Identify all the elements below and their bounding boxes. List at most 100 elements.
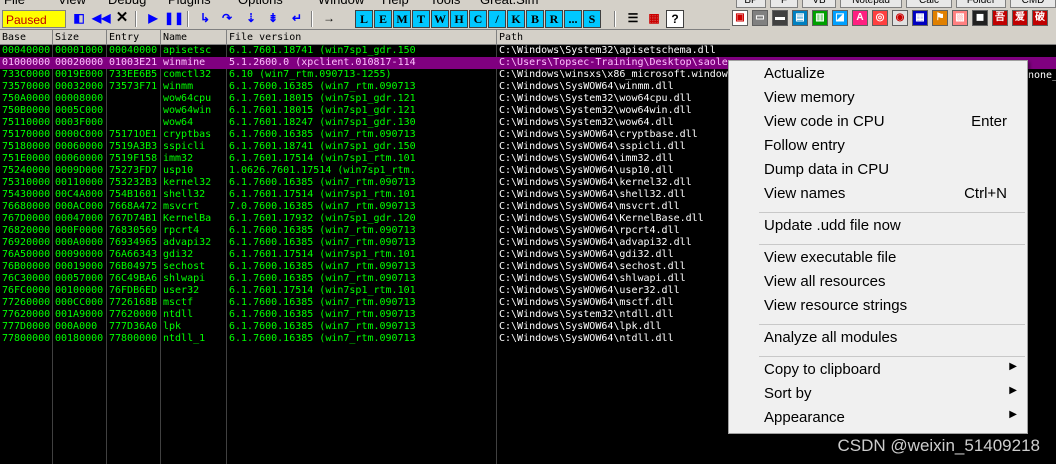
- header-size[interactable]: Size: [53, 30, 107, 45]
- cell-entry: [107, 93, 161, 105]
- cell-entry: [107, 117, 161, 129]
- cell-name: wow64win: [163, 105, 212, 116]
- flag-icon[interactable]: ⚑: [932, 10, 948, 26]
- header-base[interactable]: Base: [0, 30, 53, 45]
- menu-plugins[interactable]: Plugins: [168, 0, 211, 7]
- record-icon[interactable]: ◉: [892, 10, 908, 26]
- menu-item-follow-entry[interactable]: Follow entry: [729, 137, 1027, 161]
- cell-version: 6.1.7601.17514 (win7sp1_rtm.101: [229, 249, 416, 260]
- cell-base: 75240000: [2, 165, 51, 176]
- plugin-tab-bp[interactable]: BP: [736, 0, 766, 8]
- menu-item-view-code-in-cpu[interactable]: View code in CPU Enter: [729, 113, 1027, 137]
- header-file-version[interactable]: File version: [227, 30, 497, 45]
- grid-plugin-icon[interactable]: ▦: [912, 10, 928, 26]
- window-button-0[interactable]: L: [355, 10, 373, 28]
- a-icon[interactable]: A: [852, 10, 868, 26]
- menu-help[interactable]: Help: [382, 0, 409, 7]
- cell-size: 000A0000: [55, 237, 104, 248]
- window-button-8[interactable]: K: [507, 10, 525, 28]
- menu-options[interactable]: Options: [238, 0, 283, 7]
- window-button-9[interactable]: B: [526, 10, 544, 28]
- menu-item-view-names[interactable]: View names Ctrl+N: [729, 185, 1027, 209]
- goto-icon[interactable]: →: [320, 10, 338, 28]
- menu-item-dump-data-in-cpu[interactable]: Dump data in CPU: [729, 161, 1027, 185]
- menu-view[interactable]: View: [58, 0, 86, 7]
- plugin-tab-cmd[interactable]: CMD: [1010, 0, 1056, 8]
- menu-item-analyze-all-modules[interactable]: Analyze all modules: [729, 329, 1027, 353]
- plugin-icon-6[interactable]: ◪: [832, 10, 848, 26]
- plugin-icon-3[interactable]: ▬: [772, 10, 788, 26]
- menu-item-label: Sort by: [764, 385, 812, 402]
- chinese-char-icon-3[interactable]: 破: [1032, 10, 1048, 26]
- execute-till-return-icon[interactable]: ↵: [288, 10, 306, 28]
- plugin-icon-4[interactable]: ▤: [792, 10, 808, 26]
- menu-file[interactable]: File: [4, 0, 25, 7]
- cell-version: 6.1.7600.16385 (win7_rtm.090713: [229, 81, 416, 92]
- window-button-6[interactable]: C: [469, 10, 487, 28]
- help-icon[interactable]: ?: [666, 10, 684, 28]
- plugin-tab-notepad[interactable]: Notepad: [840, 0, 902, 8]
- cell-entry: 76934965: [109, 237, 158, 248]
- step-into-icon[interactable]: ↳: [196, 10, 214, 28]
- cell-base: 76C30000: [2, 273, 51, 284]
- grid-icon[interactable]: ▦: [645, 10, 663, 28]
- header-path[interactable]: Path: [497, 30, 1056, 45]
- menu-greatsim[interactable]: Great.Sim: [480, 0, 539, 7]
- menu-item-appearance[interactable]: Appearance ▶: [729, 409, 1027, 433]
- menu-item-update-udd-file-now[interactable]: Update .udd file now: [729, 217, 1027, 241]
- menu-item-view-memory[interactable]: View memory: [729, 89, 1027, 113]
- table-row[interactable]: 00040000 00001000 00040000 apisetsc 6.1.7601…: [0, 45, 1056, 57]
- list-icon[interactable]: ☰: [624, 10, 642, 28]
- cell-size: 000F0000: [55, 225, 104, 236]
- window-button-11[interactable]: ...: [564, 10, 582, 28]
- trace-into-icon[interactable]: ⇣: [242, 10, 260, 28]
- menu-item-actualize[interactable]: Actualize: [729, 65, 1027, 89]
- open-icon[interactable]: ◧: [70, 10, 88, 28]
- plugin-tab-label: BP: [744, 0, 758, 6]
- plugin-tab-f[interactable]: F: [770, 0, 798, 8]
- close-icon[interactable]: ✕: [113, 10, 131, 28]
- menu-window[interactable]: Window: [318, 0, 364, 7]
- menu-debug[interactable]: Debug: [108, 0, 146, 7]
- chart-icon[interactable]: ▧: [952, 10, 968, 26]
- window-button-4[interactable]: W: [431, 10, 449, 28]
- menu-item-label: Update .udd file now: [764, 217, 901, 234]
- chinese-char-icon-2[interactable]: 爱: [1012, 10, 1028, 26]
- window-button-5[interactable]: H: [450, 10, 468, 28]
- window-button-3[interactable]: T: [412, 10, 430, 28]
- chinese-char-icon-1[interactable]: 吾: [992, 10, 1008, 26]
- box-icon[interactable]: ◼: [972, 10, 988, 26]
- pause-icon[interactable]: ❚❚: [164, 10, 184, 28]
- plugin-icon-1[interactable]: ▣: [732, 10, 748, 26]
- menu-item-view-executable-file[interactable]: View executable file: [729, 249, 1027, 273]
- menu-item-copy-to-clipboard[interactable]: Copy to clipboard ▶: [729, 361, 1027, 385]
- cell-size: 00060000: [55, 141, 104, 152]
- plugin-tab-calc[interactable]: Calc: [906, 0, 952, 8]
- submenu-arrow-icon: ▶: [1009, 361, 1017, 372]
- menu-item-view-all-resources[interactable]: View all resources: [729, 273, 1027, 297]
- cell-base: 77800000: [2, 333, 51, 344]
- window-button-12[interactable]: S: [583, 10, 601, 28]
- run-icon[interactable]: ▶: [144, 10, 162, 28]
- cell-entry: 76830569: [109, 225, 158, 236]
- header-entry[interactable]: Entry: [107, 30, 161, 45]
- cell-size: 0009D000: [55, 165, 104, 176]
- menu-item-view-resource-strings[interactable]: View resource strings: [729, 297, 1027, 321]
- window-button-7[interactable]: /: [488, 10, 506, 28]
- header-name[interactable]: Name: [161, 30, 227, 45]
- rewind-icon[interactable]: ◀◀: [92, 10, 110, 28]
- target-icon[interactable]: ◎: [872, 10, 888, 26]
- plugin-tab-folder[interactable]: Folder: [956, 0, 1006, 8]
- plugin-icon-2[interactable]: ▭: [752, 10, 768, 26]
- window-button-2[interactable]: M: [393, 10, 411, 28]
- cell-size: 0003F000: [55, 117, 104, 128]
- window-button-1[interactable]: E: [374, 10, 392, 28]
- cell-version: 6.1.7600.16385 (win7_rtm.090713: [229, 225, 416, 236]
- trace-over-icon[interactable]: ⇟: [264, 10, 282, 28]
- menu-item-sort-by[interactable]: Sort by ▶: [729, 385, 1027, 409]
- window-button-10[interactable]: R: [545, 10, 563, 28]
- menu-tools[interactable]: Tools: [430, 0, 460, 7]
- plugin-tab-vb[interactable]: VB: [802, 0, 836, 8]
- plugin-icon-5[interactable]: ▥: [812, 10, 828, 26]
- step-over-icon[interactable]: ↷: [218, 10, 236, 28]
